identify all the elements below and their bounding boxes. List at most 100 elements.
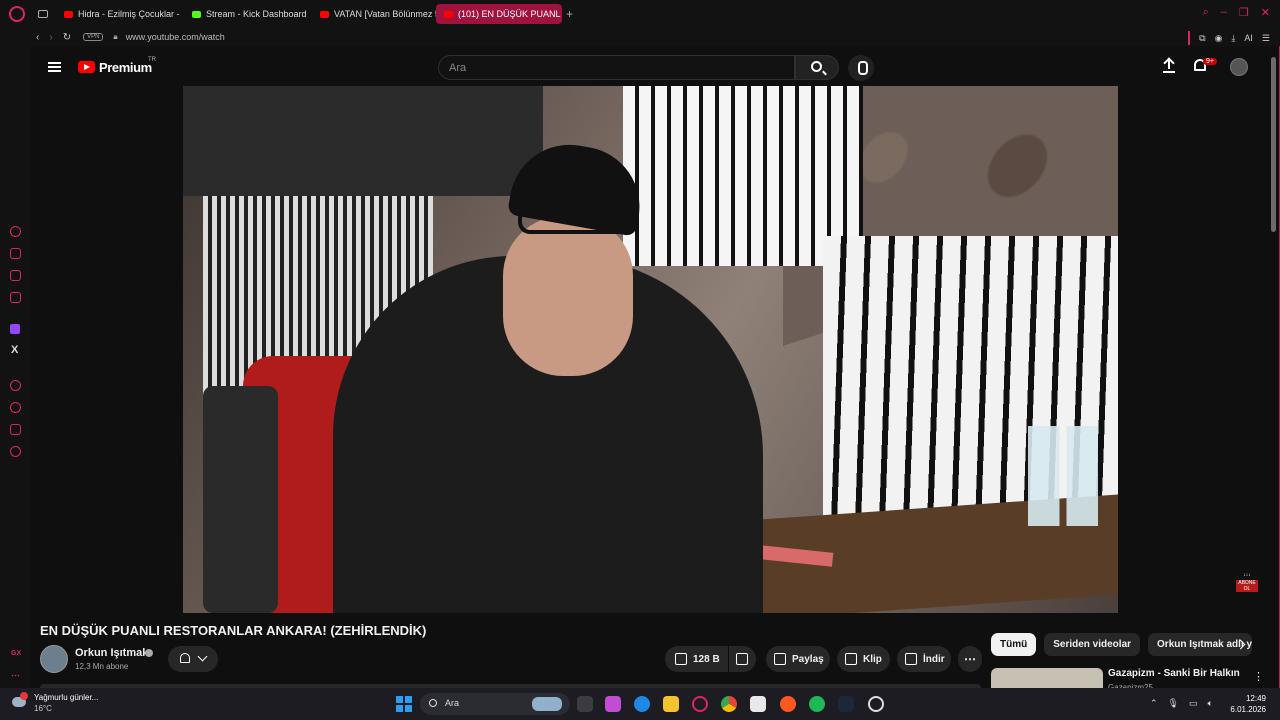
kick-favicon-icon	[192, 10, 201, 18]
hamburger-menu-icon[interactable]	[48, 62, 61, 72]
video-frame[interactable]	[183, 86, 1118, 613]
search-icon	[811, 61, 822, 72]
verified-icon	[145, 649, 153, 657]
youtube-favicon-icon	[320, 10, 329, 18]
gimbal-camera	[203, 386, 278, 613]
taskbar-search[interactable]: Ara	[420, 693, 570, 715]
taskbar-search-label: Ara	[445, 698, 460, 708]
profile-icon[interactable]: ◉	[1215, 33, 1223, 44]
video-player[interactable]: ↓↓↓ ABONE OL	[30, 86, 1270, 613]
new-tab-button[interactable]: +	[566, 7, 573, 21]
settings-icon[interactable]	[10, 446, 21, 457]
account-avatar[interactable]	[1230, 58, 1248, 76]
download-icon[interactable]: ⤓	[1231, 33, 1235, 44]
tab-hidra[interactable]: Hidra - Ezilmiş Çocuklar -	[56, 4, 184, 24]
reload-icon[interactable]: ↻	[63, 32, 71, 43]
clock-time: 12:49	[1245, 694, 1266, 703]
obs-icon[interactable]	[868, 696, 884, 712]
url-field[interactable]: www.youtube.com/watch	[126, 32, 225, 42]
tab-vatan[interactable]: VATAN [Vatan Bölünmez 5	[312, 4, 436, 24]
clock[interactable]: 12:49 6.01.2026	[1230, 693, 1266, 715]
edge-icon[interactable]	[634, 696, 650, 712]
ai-button[interactable]: AI	[1244, 33, 1253, 43]
chrome-icon[interactable]	[721, 696, 737, 712]
volume-icon[interactable]: 🔈︎	[1208, 698, 1213, 709]
search-tabs-icon[interactable]: ⌕	[1203, 6, 1209, 19]
channel-name[interactable]: Orkun Işıtmak	[75, 647, 148, 659]
forward-icon[interactable]: ›	[49, 32, 52, 43]
menu-icon[interactable]: ☰	[1262, 33, 1270, 44]
microphone-icon[interactable]: 🎙︎	[1168, 698, 1179, 709]
tray-chevron-icon[interactable]: ⌃	[1150, 698, 1158, 709]
tab-kick-dashboard[interactable]: Stream - Kick Dashboard	[184, 4, 312, 24]
chevron-down-icon	[197, 651, 208, 662]
share-button[interactable]: Paylaş	[766, 646, 830, 672]
file-explorer-icon[interactable]	[663, 696, 679, 712]
opera-gx-icon[interactable]	[692, 696, 708, 712]
youtube-logo-icon[interactable]	[78, 61, 95, 73]
like-button[interactable]: 128 B	[665, 646, 728, 672]
workspace-icon[interactable]	[10, 248, 21, 259]
brave-icon[interactable]	[780, 696, 796, 712]
close-icon[interactable]: ✕	[1261, 6, 1270, 19]
recommended-video-title[interactable]: Gazapizm - Sanki Bir Halkın	[1108, 668, 1240, 679]
recommended-more-icon[interactable]: ⋮	[1253, 670, 1264, 683]
related-chips: Tümü Seriden videolar Orkun Işıtmak adlı…	[991, 633, 1253, 656]
search-highlight-icon	[532, 697, 562, 711]
x-twitter-icon[interactable]: X	[11, 344, 18, 356]
channel-avatar[interactable]	[40, 645, 68, 673]
tab-label: VATAN [Vatan Bölünmez 5	[334, 9, 436, 19]
subscribed-bell-button[interactable]	[168, 646, 218, 672]
search-button[interactable]	[795, 55, 839, 80]
page-scrollbar[interactable]	[1271, 57, 1276, 232]
task-view-icon[interactable]	[577, 696, 593, 712]
tab-current-video[interactable]: (101) EN DÜŞÜK PUANL	[436, 4, 562, 24]
gx-corner-icon[interactable]	[10, 292, 21, 303]
watermark-arrows-icon: ↓↓↓	[1243, 572, 1251, 578]
history-icon[interactable]	[10, 402, 21, 413]
subscriber-count: 12,3 Mn abone	[75, 662, 129, 671]
extensions-icon[interactable]: ⧉	[1199, 33, 1205, 44]
voice-search-icon[interactable]	[848, 55, 874, 81]
steam-icon[interactable]	[838, 696, 854, 712]
chip-all[interactable]: Tümü	[991, 633, 1037, 656]
search-input[interactable]	[438, 55, 795, 80]
tab-menu-icon[interactable]	[38, 10, 48, 18]
vpn-badge[interactable]: VPN	[83, 33, 104, 41]
extensions-sidebar-icon[interactable]	[10, 424, 21, 435]
display-icon[interactable]: ▭	[1189, 698, 1198, 709]
opera-logo-icon[interactable]	[9, 6, 25, 22]
windows-start-icon[interactable]	[396, 696, 412, 712]
subscribe-watermark[interactable]: ↓↓↓ ABONE OL	[1236, 572, 1258, 596]
lock-icon[interactable]: 🔒︎	[113, 32, 117, 42]
minimize-icon[interactable]: –	[1221, 6, 1227, 19]
weather-title[interactable]: Yağmurlu günler...	[34, 693, 98, 702]
chip-series[interactable]: Seriden videolar	[1044, 633, 1141, 656]
store-icon[interactable]	[750, 696, 766, 712]
player-icon[interactable]	[10, 380, 21, 391]
aria-icon[interactable]	[10, 226, 21, 237]
spotify-icon[interactable]	[809, 696, 825, 712]
sidebar-more-icon[interactable]: ⋯	[11, 670, 20, 681]
back-icon[interactable]: ‹	[36, 32, 39, 43]
recommended-video-thumbnail[interactable]	[991, 668, 1103, 688]
share-label: Paylaş	[792, 653, 824, 665]
more-actions-button[interactable]: ⋯	[958, 646, 982, 672]
person-face	[503, 216, 633, 376]
dislike-button[interactable]	[729, 646, 756, 672]
download-icon	[905, 653, 917, 665]
clock-date: 6.01.2026	[1230, 705, 1266, 714]
glasses	[518, 206, 638, 234]
clip-button[interactable]: Klip	[837, 646, 890, 672]
create-upload-icon[interactable]	[1163, 59, 1175, 73]
gx-logo-icon[interactable]: GX	[11, 650, 21, 657]
twitch-icon[interactable]	[10, 324, 20, 334]
tab-label: Hidra - Ezilmiş Çocuklar -	[78, 9, 180, 19]
download-button[interactable]: İndir	[897, 646, 951, 672]
region-code: TR	[148, 57, 156, 63]
premium-logo-text[interactable]: Premium	[99, 60, 152, 75]
copilot-icon[interactable]	[605, 696, 621, 712]
notifications-badge: 9+	[1203, 58, 1217, 65]
maximize-icon[interactable]: ❐	[1239, 6, 1249, 19]
crypto-wallet-icon[interactable]	[10, 270, 21, 281]
